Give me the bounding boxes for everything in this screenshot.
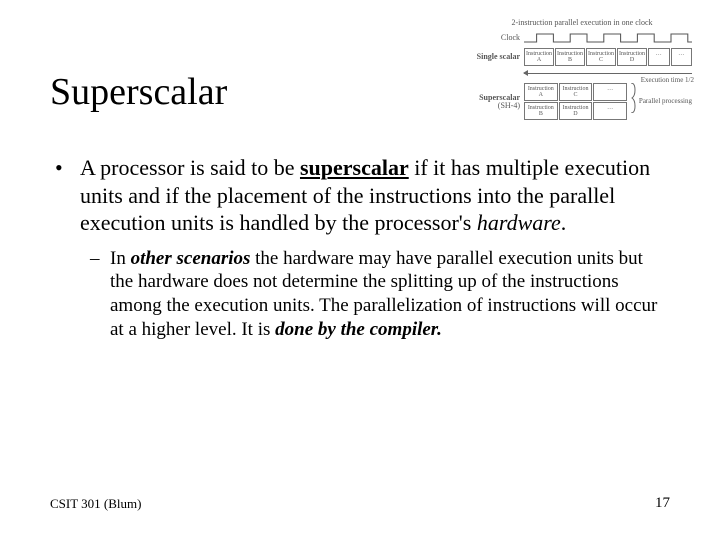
text: . [561,210,567,235]
execution-time-arrow-icon: Execution time 1/2 [524,69,692,79]
exec-time-label: Execution time 1/2 [641,77,694,84]
instr-box: … [671,48,693,66]
superscalar-boxes: Instruction A Instruction B Instruction … [524,83,692,120]
superscalar-row: Superscalar (SH-4) Instruction A Instruc… [472,83,692,120]
term-done-by-compiler: done by the compiler. [275,319,442,340]
instr-box: Instruction B [555,48,585,66]
diagram-title: 2-instruction parallel execution in one … [472,18,692,27]
footer-course: CSIT 301 (Blum) [50,496,142,512]
instr-box: … [648,48,670,66]
instr-box: … [593,83,627,101]
bullet-level2: In other scenarios the hardware may have… [50,247,670,342]
text: In [110,248,131,269]
superscalar-label: Superscalar (SH-4) [472,94,524,110]
slide: 2-instruction parallel execution in one … [0,0,720,540]
instr-box: … [593,102,627,120]
instr-box: Instruction A [524,48,554,66]
instr-box: Instruction B [524,102,558,120]
instr-box: Instruction C [586,48,616,66]
text: A processor is said to be [80,155,300,180]
term-superscalar: superscalar [300,155,409,180]
clock-label: Clock [472,34,524,42]
instr-box: Instruction D [559,102,593,120]
clock-waveform-icon [524,31,692,45]
single-scalar-boxes: Instruction A Instruction B Instruction … [524,48,692,66]
brace-icon [630,83,636,120]
pipeline-diagram: 2-instruction parallel execution in one … [472,18,692,123]
instr-box: Instruction A [524,83,558,101]
single-scalar-row: Single scalar Instruction A Instruction … [472,48,692,66]
bullet-level1: A processor is said to be superscalar if… [50,154,670,237]
instr-box: Instruction D [617,48,647,66]
term-other-scenarios: other scenarios [131,248,251,269]
slide-number: 17 [655,495,670,512]
single-scalar-label: Single scalar [472,53,524,61]
term-hardware: hardware [477,210,561,235]
instr-box: Instruction C [559,83,593,101]
clock-row: Clock [472,31,692,45]
parallel-processing-label: Parallel processing [637,98,692,105]
